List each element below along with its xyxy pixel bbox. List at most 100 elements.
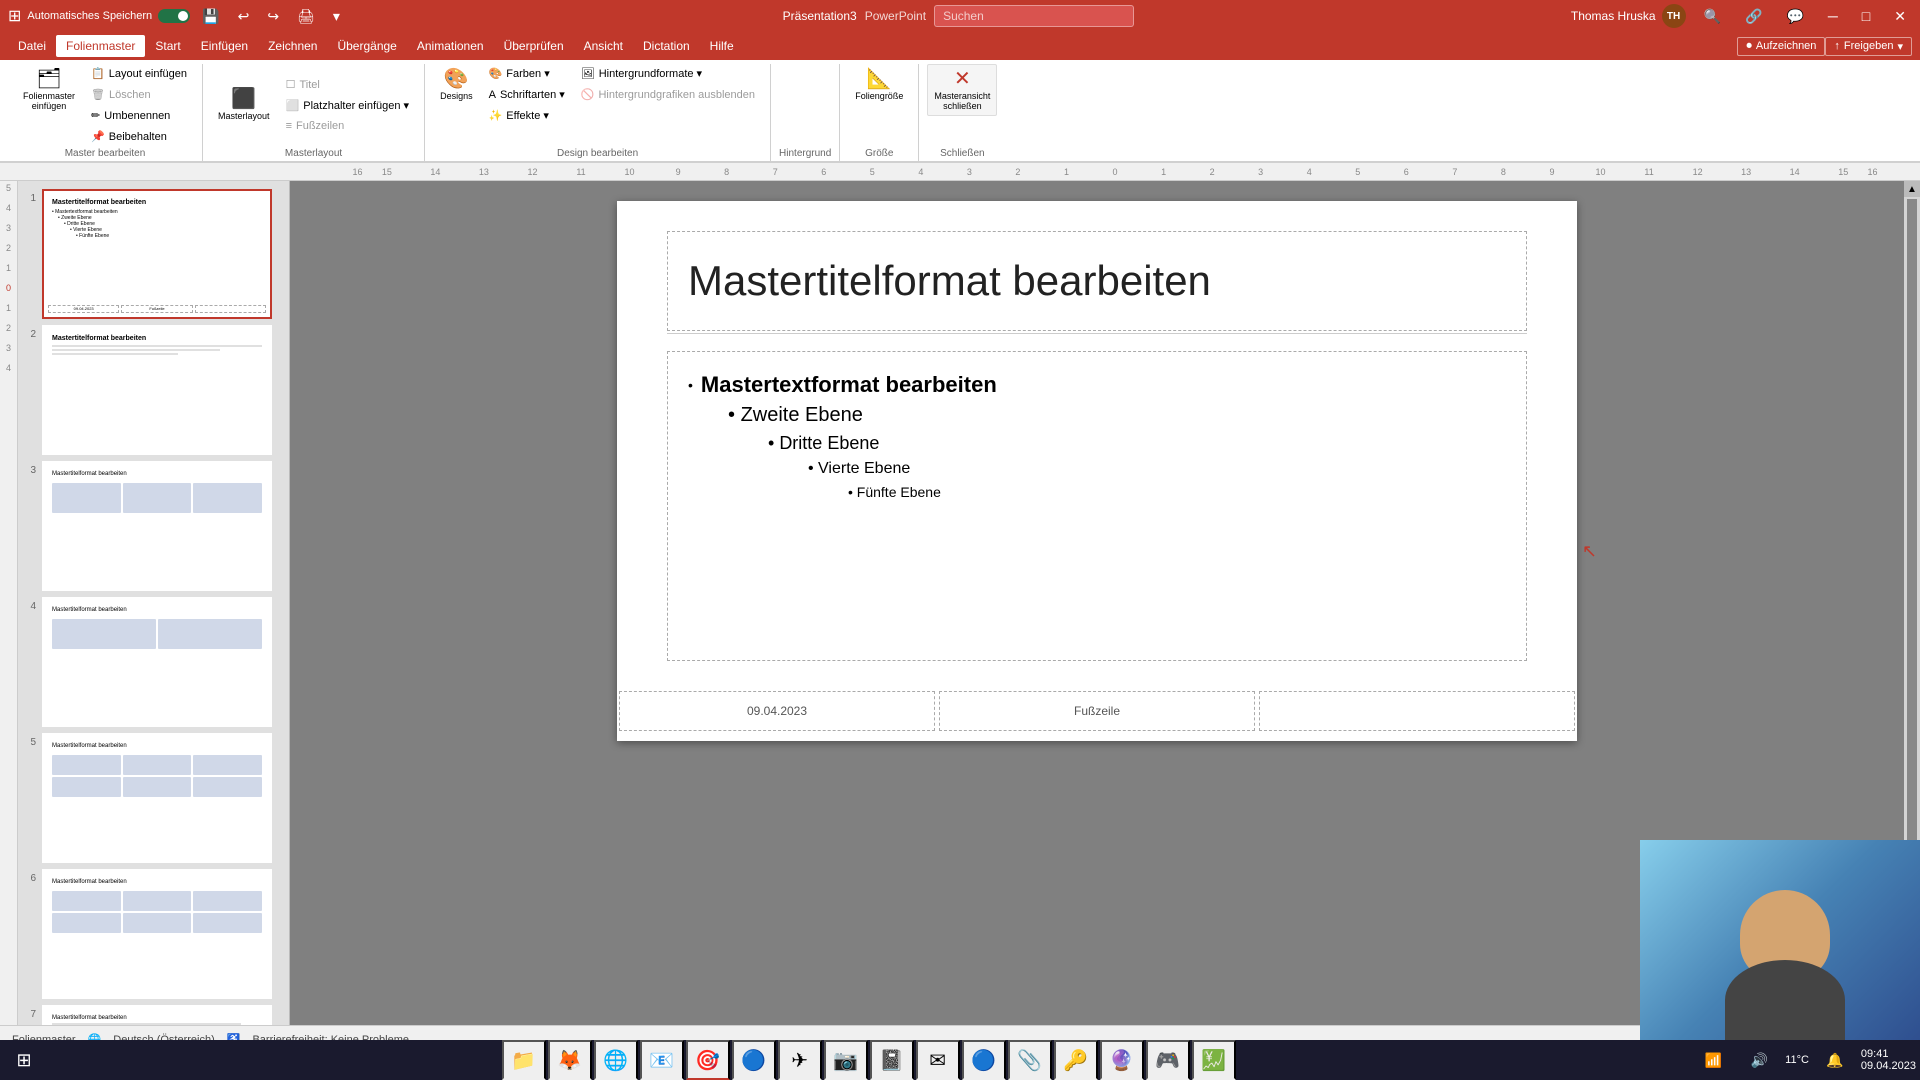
menu-dictation[interactable]: Dictation	[633, 35, 700, 57]
taskbar-app2[interactable]: ✉	[916, 1040, 960, 1080]
masteransicht-schliessen-btn[interactable]: ✕ Masteransichtschließen	[927, 64, 997, 116]
menu-animationen[interactable]: Animationen	[407, 35, 494, 57]
fuss-icon: ≡	[286, 120, 292, 132]
taskbar-onenote[interactable]: 📓	[870, 1040, 914, 1080]
taskbar-app3[interactable]: 🔵	[962, 1040, 1006, 1080]
folienmaster-einfuegen-btn[interactable]: 🗂 Folienmastereinfügen	[16, 64, 82, 116]
menu-ansicht[interactable]: Ansicht	[574, 35, 633, 57]
taskbar-chrome[interactable]: 🌐	[594, 1040, 638, 1080]
slide-img-6[interactable]: Mastertitelformat bearbeiten	[42, 869, 272, 999]
notification-icon[interactable]: 🔔	[1815, 1040, 1855, 1080]
ruler-vertical: 543 21 0 12 34	[0, 181, 18, 1025]
hinter-icon: 🖼	[581, 67, 595, 80]
close-button[interactable]: ✕	[1888, 6, 1912, 27]
slide-thumb-6[interactable]: 6 Mastertitelformat bearbeiten	[22, 869, 285, 999]
beibehalten-btn[interactable]: 📌 Beibehalten	[84, 127, 194, 146]
hintergrundgrafik-btn[interactable]: 🚫 Hintergrundgrafiken ausblenden	[574, 85, 762, 104]
design-group-label: Design bearbeiten	[557, 146, 638, 161]
fusszeilen-btn[interactable]: ≡ Fußzeilen	[279, 117, 417, 135]
slide-title: Mastertitelformat bearbeiten	[688, 257, 1211, 305]
footer-text[interactable]: Fußzeile	[939, 691, 1255, 731]
slide-img-1[interactable]: Mastertitelformat bearbeiten • Mastertex…	[42, 189, 272, 319]
undo-button[interactable]: ↩	[232, 6, 256, 27]
slide-img-5[interactable]: Mastertitelformat bearbeiten	[42, 733, 272, 863]
masterlayout-btn[interactable]: ⬛ Masterlayout	[211, 84, 277, 126]
slide-thumb-1[interactable]: 1 Mastertitelformat bearbeiten • Mastert…	[22, 189, 285, 319]
schriftarten-btn[interactable]: A Schriftarten ▾	[482, 85, 572, 104]
layout-einfuegen-btn[interactable]: 📋 Layout einfügen	[84, 64, 194, 83]
user-info: Thomas Hruska TH	[1571, 4, 1686, 28]
taskbar-outlook[interactable]: 📧	[640, 1040, 684, 1080]
taskbar-app6[interactable]: 🔮	[1100, 1040, 1144, 1080]
footer-page[interactable]	[1259, 691, 1575, 731]
footer-date[interactable]: 09.04.2023	[619, 691, 935, 731]
foliengroesse-btn[interactable]: 📐 Foliengröße	[848, 64, 910, 106]
designs-icon: 🎨	[444, 69, 469, 89]
autosave-toggle[interactable]	[158, 9, 190, 23]
volume-icon[interactable]: 🔊	[1739, 1040, 1779, 1080]
title-bar: ⊞ Automatisches Speichern 💾 ↩ ↪ 🖨 ▾ Präs…	[0, 0, 1920, 32]
menu-uebergaenge[interactable]: Übergänge	[327, 35, 406, 57]
search-input[interactable]	[934, 5, 1134, 27]
umbenennen-btn[interactable]: ✏ Umbenennen	[84, 106, 194, 125]
weather-temp: 11°C	[1785, 1054, 1809, 1066]
menu-start[interactable]: Start	[145, 35, 190, 57]
aufzeichnen-button[interactable]: ⏺ Aufzeichnen	[1737, 37, 1825, 56]
taskbar-app7[interactable]: 🎮	[1146, 1040, 1190, 1080]
hintergrundformate-btn[interactable]: 🖼 Hintergrundformate ▾	[574, 64, 762, 83]
taskbar-telegram[interactable]: ✈	[778, 1040, 822, 1080]
titel-btn[interactable]: ☐ Titel	[279, 75, 417, 94]
search-icon-btn[interactable]: 🔍	[1698, 6, 1727, 27]
effekte-btn[interactable]: ✨ Effekte ▾	[482, 106, 572, 125]
slide-title-placeholder[interactable]: Mastertitelformat bearbeiten	[667, 231, 1527, 331]
taskbar-app4[interactable]: 📎	[1008, 1040, 1052, 1080]
share-icon-btn[interactable]: 🔗	[1739, 6, 1768, 27]
slide-thumb-4[interactable]: 4 Mastertitelformat bearbeiten	[22, 597, 285, 727]
redo-button[interactable]: ↪	[261, 6, 285, 27]
slide-img-4[interactable]: Mastertitelformat bearbeiten	[42, 597, 272, 727]
save-button[interactable]: 💾	[196, 6, 225, 27]
menu-hilfe[interactable]: Hilfe	[700, 35, 744, 57]
masterlayout-icon: ⬛	[231, 89, 256, 109]
slide-thumb-5[interactable]: 5 Mastertitelformat bearbeiten	[22, 733, 285, 863]
taskbar-teams[interactable]: 🔵	[732, 1040, 776, 1080]
farben-btn[interactable]: 🎨 Farben ▾	[482, 64, 572, 83]
more-button[interactable]: ▾	[327, 6, 346, 27]
bullet-1: •	[688, 377, 693, 393]
maximize-button[interactable]: □	[1856, 6, 1876, 26]
slide-canvas[interactable]: Mastertitelformat bearbeiten • Mastertex…	[617, 201, 1577, 741]
slide-thumb-2[interactable]: 2 Mastertitelformat bearbeiten	[22, 325, 285, 455]
slide-img-2[interactable]: Mastertitelformat bearbeiten	[42, 325, 272, 455]
loeschen-btn[interactable]: 🗑 Löschen	[84, 85, 194, 104]
taskbar-explorer[interactable]: 📁	[502, 1040, 546, 1080]
rename-icon: ✏	[91, 109, 100, 122]
menu-einfuegen[interactable]: Einfügen	[191, 35, 258, 57]
taskbar-firefox[interactable]: 🦊	[548, 1040, 592, 1080]
menu-ueberpruefen[interactable]: Überprüfen	[494, 35, 574, 57]
taskbar-app5[interactable]: 🔑	[1054, 1040, 1098, 1080]
slide-img-3[interactable]: Mastertitelformat bearbeiten	[42, 461, 272, 591]
print-button[interactable]: 🖨	[291, 6, 321, 27]
network-icon[interactable]: 📶	[1693, 1040, 1733, 1080]
menu-datei[interactable]: Datei	[8, 35, 56, 57]
minimize-button[interactable]: ─	[1822, 6, 1844, 26]
taskbar-app1[interactable]: 📷	[824, 1040, 868, 1080]
slide-img-7[interactable]: Mastertitelformat bearbeiten	[42, 1005, 272, 1025]
slide-thumb-3[interactable]: 3 Mastertitelformat bearbeiten	[22, 461, 285, 591]
freigeben-arrow: ▾	[1897, 40, 1903, 53]
main-area: 543 21 0 12 34 1 Mastertitelformat bearb…	[0, 181, 1920, 1025]
menu-zeichnen[interactable]: Zeichnen	[258, 35, 327, 57]
comments-btn[interactable]: 💬	[1780, 6, 1809, 27]
schliessen-group-label: Schließen	[940, 146, 984, 161]
designs-btn[interactable]: 🎨 Designs	[433, 64, 480, 106]
platzhalter-btn[interactable]: ⬜ Platzhalter einfügen ▾	[279, 96, 417, 115]
menu-folienmaster[interactable]: Folienmaster	[56, 35, 145, 57]
app-name: PowerPoint	[865, 9, 926, 23]
taskbar-excel[interactable]: 💹	[1192, 1040, 1236, 1080]
slide-thumb-7[interactable]: 7 Mastertitelformat bearbeiten	[22, 1005, 285, 1025]
start-button[interactable]: ⊞	[4, 1040, 44, 1080]
slide-content-placeholder[interactable]: • Mastertextformat bearbeiten • Zweite E…	[667, 351, 1527, 661]
freigeben-button[interactable]: ↑ Freigeben ▾	[1825, 37, 1912, 56]
scroll-up-btn[interactable]: ▲	[1904, 181, 1920, 197]
taskbar-ppt[interactable]: 🎯	[686, 1040, 730, 1080]
